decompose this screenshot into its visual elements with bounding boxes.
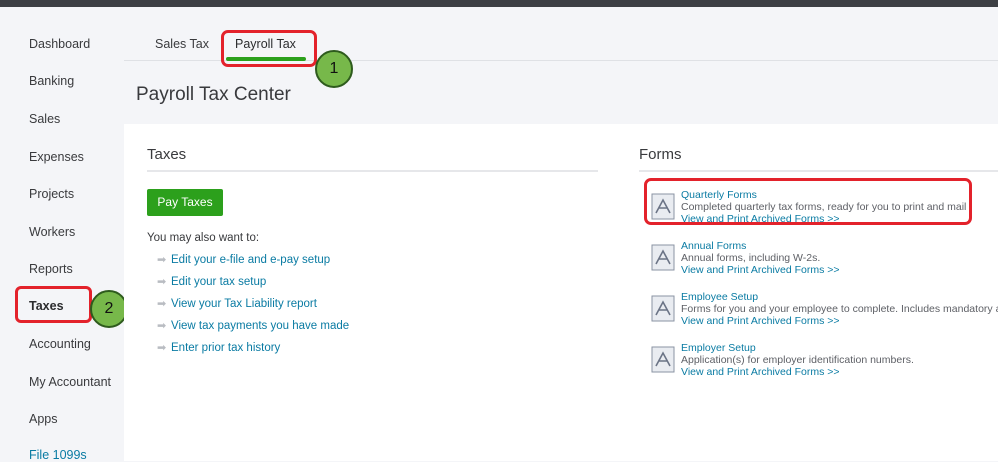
- arrow-right-icon: ➡: [157, 298, 167, 310]
- callout-2: 2: [90, 290, 128, 328]
- link-label: Enter prior tax history: [171, 342, 281, 354]
- arrow-right-icon: ➡: [157, 276, 167, 288]
- taxes-section-title: Taxes: [147, 146, 187, 163]
- link-tax-payments[interactable]: ➡ View tax payments you have made: [157, 319, 349, 335]
- sidebar-item-expenses[interactable]: Expenses: [29, 150, 84, 164]
- link-label: View tax payments you have made: [171, 320, 350, 332]
- sidebar-item-file-1099s[interactable]: File 1099s: [29, 448, 87, 462]
- tab-sales-tax[interactable]: Sales Tax: [155, 37, 209, 51]
- view-archived-forms-link[interactable]: View and Print Archived Forms >>: [681, 264, 998, 276]
- link-edit-tax-setup[interactable]: ➡ Edit your tax setup: [157, 275, 266, 291]
- top-bar: [0, 0, 998, 7]
- taxes-highlight-box: [15, 286, 92, 323]
- pdf-document-icon: [651, 295, 675, 322]
- link-tax-liability-report[interactable]: ➡ View your Tax Liability report: [157, 297, 317, 313]
- form-description: Application(s) for employer identificati…: [681, 354, 914, 366]
- callout-1: 1: [315, 50, 353, 88]
- form-title-link[interactable]: Employee Setup: [681, 291, 998, 303]
- view-archived-forms-link[interactable]: View and Print Archived Forms >>: [681, 366, 998, 378]
- link-prior-tax-history[interactable]: ➡ Enter prior tax history: [157, 341, 280, 357]
- form-description: Forms for you and your employee to compl…: [681, 303, 998, 315]
- quarterly-forms-highlight-box: [644, 178, 972, 225]
- forms-divider: [639, 170, 998, 172]
- sidebar-item-apps[interactable]: Apps: [29, 412, 58, 426]
- link-label: Edit your tax setup: [171, 276, 267, 288]
- forms-section-title: Forms: [639, 146, 682, 163]
- arrow-right-icon: ➡: [157, 254, 167, 266]
- arrow-right-icon: ➡: [157, 342, 167, 354]
- sidebar-item-banking[interactable]: Banking: [29, 74, 74, 88]
- sidebar-item-reports[interactable]: Reports: [29, 262, 73, 276]
- also-want-label: You may also want to:: [147, 232, 260, 244]
- form-description: Annual forms, including W-2s.: [681, 252, 821, 264]
- view-archived-forms-link[interactable]: View and Print Archived Forms >>: [681, 315, 998, 327]
- payroll-tab-highlight-box: [221, 30, 317, 67]
- taxes-divider: [147, 170, 598, 172]
- sidebar-item-dashboard[interactable]: Dashboard: [29, 37, 90, 51]
- page-title: Payroll Tax Center: [136, 84, 291, 105]
- pdf-document-icon: [651, 244, 675, 271]
- sidebar-item-my-accountant[interactable]: My Accountant: [29, 375, 111, 389]
- left-sidebar: Dashboard Banking Sales Expenses Project…: [0, 7, 124, 462]
- arrow-right-icon: ➡: [157, 320, 167, 332]
- link-label: View your Tax Liability report: [171, 298, 317, 310]
- form-title-link[interactable]: Annual Forms: [681, 240, 998, 252]
- pay-taxes-button[interactable]: Pay Taxes: [147, 189, 223, 216]
- link-efile-setup[interactable]: ➡ Edit your e-file and e-pay setup: [157, 253, 330, 269]
- link-label: Edit your e-file and e-pay setup: [171, 254, 331, 266]
- sidebar-item-projects[interactable]: Projects: [29, 187, 74, 201]
- sidebar-item-sales[interactable]: Sales: [29, 112, 60, 126]
- form-title-link[interactable]: Employer Setup: [681, 342, 998, 354]
- sidebar-item-workers[interactable]: Workers: [29, 225, 75, 239]
- sidebar-item-accounting[interactable]: Accounting: [29, 337, 91, 351]
- pdf-document-icon: [651, 346, 675, 373]
